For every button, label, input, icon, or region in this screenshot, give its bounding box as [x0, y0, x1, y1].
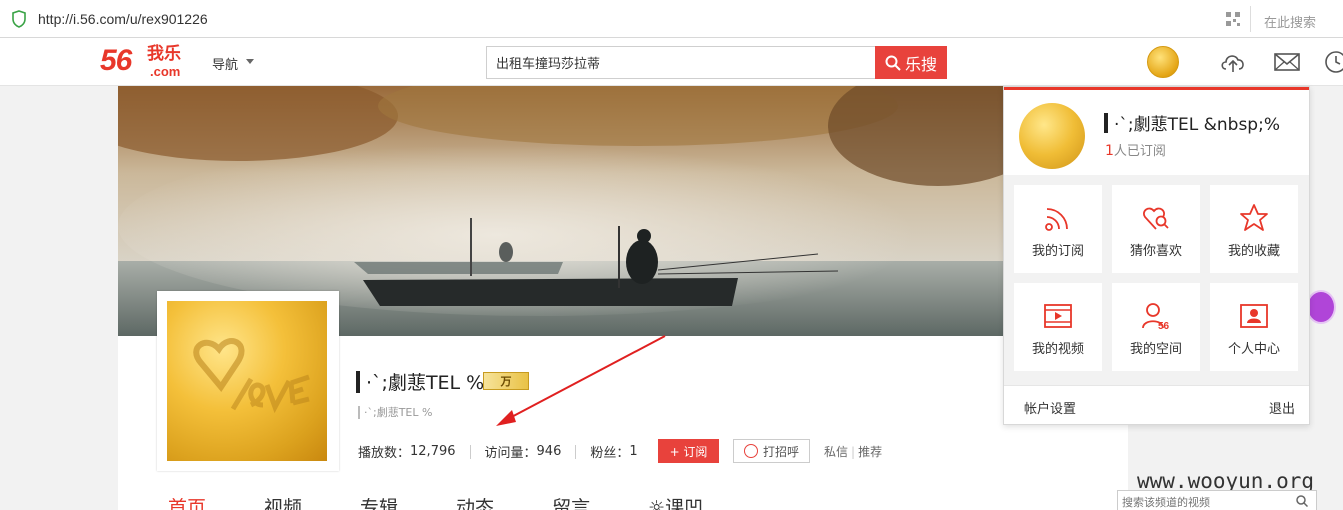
- browser-address-bar: http://i.56.com/u/rex901226 在此搜索: [0, 0, 1343, 38]
- logo-56[interactable]: 56: [100, 44, 132, 78]
- account-settings-link[interactable]: 帐户设置: [1024, 398, 1076, 417]
- username-small-text: ·ˋ;劇蕜TEL %: [364, 406, 433, 419]
- visits-value: 946: [536, 444, 562, 459]
- cloud-upload-icon[interactable]: [1219, 50, 1247, 74]
- user-dropdown-panel: ·ˋ;劇蕜TEL &nbsp;% 1人已订阅 我的订阅 猜你喜欢 我的收藏 我的…: [1003, 86, 1310, 425]
- search-icon[interactable]: [1296, 495, 1308, 507]
- dropdown-username[interactable]: ·ˋ;劇蕜TEL &nbsp;%: [1104, 110, 1280, 135]
- search-input[interactable]: [487, 47, 875, 78]
- subscriber-count: 1人已订阅: [1105, 140, 1166, 159]
- channel-username: ·ˋ;劇蕜TEL %: [356, 368, 484, 395]
- plays-value: 12,796: [410, 444, 456, 459]
- heart-search-icon: [1143, 207, 1169, 230]
- svg-text:56: 56: [1158, 321, 1170, 331]
- name-bar-small: [358, 405, 360, 419]
- menu-my-subscriptions[interactable]: 我的订阅: [1014, 185, 1102, 273]
- logout-link[interactable]: 退出: [1269, 398, 1295, 417]
- tab-activity[interactable]: 动态: [456, 493, 494, 510]
- tab-extra[interactable]: ☼课凹: [648, 493, 703, 510]
- search-button[interactable]: 乐搜: [875, 46, 947, 79]
- mail-icon[interactable]: [1273, 50, 1301, 74]
- chevron-down-icon[interactable]: [246, 59, 254, 64]
- tab-home[interactable]: 首页: [168, 493, 206, 510]
- link-separator: |: [851, 445, 856, 459]
- channel-username-small: ·ˋ;劇蕜TEL %: [358, 404, 432, 420]
- id-card-icon: [1240, 304, 1268, 328]
- channel-stats: 播放数： 12,796 访问量： 946 粉丝： 1: [358, 442, 638, 461]
- menu-recommended[interactable]: 猜你喜欢: [1112, 185, 1200, 273]
- search-icon: [885, 55, 901, 71]
- divider: [1250, 6, 1251, 32]
- profile-picture-frame: [157, 291, 339, 471]
- menu-label: 个人中心: [1227, 342, 1280, 357]
- username-text: ·ˋ;劇蕜TEL %: [366, 372, 485, 394]
- annotation-arrow: [490, 330, 670, 434]
- channel-tabs: 首页 视频 专辑 动态 留言 ☼课凹: [168, 493, 761, 510]
- video-icon: [1044, 304, 1072, 328]
- subscribe-button[interactable]: + 订阅: [658, 439, 719, 463]
- private-message-link[interactable]: 私信: [824, 445, 848, 459]
- greet-button[interactable]: 打招呼: [733, 439, 810, 463]
- logo-text[interactable]: 我乐: [147, 46, 181, 63]
- channel-search: [1117, 490, 1317, 510]
- menu-my-space[interactable]: 56 我的空间: [1112, 283, 1200, 371]
- menu-my-videos[interactable]: 我的视频: [1014, 283, 1102, 371]
- history-icon[interactable]: [1322, 50, 1343, 74]
- shield-icon: [12, 10, 26, 28]
- plays-label: 播放数：: [358, 446, 411, 461]
- menu-label: 我的订阅: [1031, 244, 1084, 259]
- red-arrow-icon: [496, 335, 666, 426]
- dropdown-username-text: ·ˋ;劇蕜TEL &nbsp;%: [1114, 115, 1280, 135]
- avatar[interactable]: [1147, 46, 1179, 78]
- nav-menu[interactable]: 导航: [212, 54, 238, 73]
- search-button-label: 乐搜: [904, 54, 937, 74]
- tab-videos[interactable]: 视频: [264, 493, 302, 510]
- greet-button-label: 打招呼: [762, 444, 799, 459]
- menu-label: 猜你喜欢: [1129, 244, 1182, 259]
- menu-label: 我的空间: [1129, 342, 1182, 357]
- love-sand-image: [193, 338, 310, 414]
- profile-picture[interactable]: [167, 301, 327, 461]
- logo-domain[interactable]: .com: [150, 64, 180, 79]
- qr-code-icon[interactable]: [1226, 12, 1240, 26]
- divider: [469, 444, 471, 459]
- name-bar: [356, 370, 360, 393]
- floating-widget[interactable]: [1306, 290, 1336, 324]
- subscriber-number: 1: [1105, 143, 1114, 159]
- user-56-icon: 56: [1142, 303, 1170, 331]
- divider: [575, 444, 577, 459]
- site-header: 56 我乐 .com 导航 乐搜: [0, 38, 1343, 86]
- fans-label: 粉丝：: [590, 446, 630, 461]
- browser-search-box[interactable]: 在此搜索: [1264, 12, 1316, 31]
- recommend-link[interactable]: 推荐: [858, 445, 882, 459]
- subscriber-text: 人已订阅: [1113, 144, 1166, 159]
- menu-favorites[interactable]: 我的收藏: [1210, 185, 1298, 273]
- menu-personal-center[interactable]: 个人中心: [1210, 283, 1298, 371]
- message-links: 私信 | 推荐: [824, 443, 882, 460]
- smile-icon: [743, 444, 758, 458]
- rss-icon: [1045, 208, 1068, 231]
- tab-comments[interactable]: 留言: [552, 493, 590, 510]
- name-bar: [1104, 112, 1108, 133]
- tab-albums[interactable]: 专辑: [360, 493, 398, 510]
- avatar[interactable]: [1019, 103, 1085, 169]
- search-input-wrap: [486, 46, 876, 79]
- menu-grid: 我的订阅 猜你喜欢 我的收藏 我的视频 56 我的空间 个人中心: [1004, 175, 1309, 385]
- menu-label: 我的收藏: [1227, 244, 1280, 259]
- visits-label: 访问量：: [484, 446, 537, 461]
- channel-search-input[interactable]: [1118, 492, 1293, 510]
- user-summary: ·ˋ;劇蕜TEL &nbsp;% 1人已订阅: [1004, 87, 1309, 175]
- menu-label: 我的视频: [1031, 342, 1084, 357]
- star-icon: [1240, 204, 1268, 231]
- fans-value: 1: [629, 444, 638, 459]
- panel-footer: 帐户设置 退出: [1004, 385, 1309, 425]
- url-field[interactable]: http://i.56.com/u/rex901226: [38, 11, 208, 27]
